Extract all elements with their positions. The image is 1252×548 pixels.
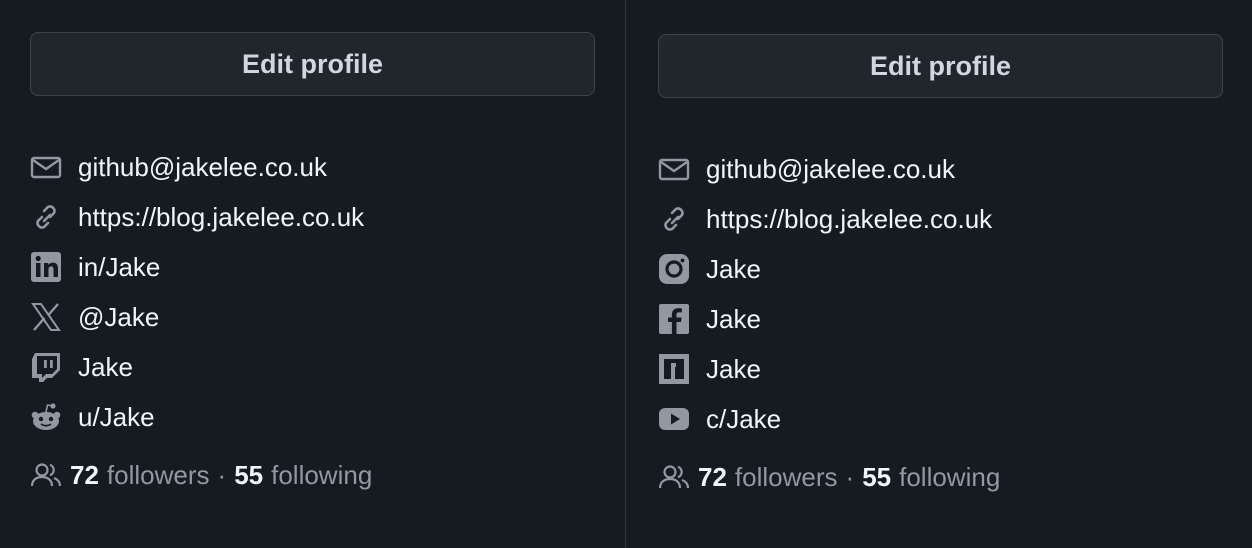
profile-panel-left: Edit profile github@jakelee.co.uk https:… <box>30 32 596 500</box>
following-count[interactable]: 55 <box>234 460 263 491</box>
followers-count[interactable]: 72 <box>70 460 99 491</box>
linkedin-icon <box>30 251 62 283</box>
link-youtube[interactable]: c/Jake <box>658 394 1224 444</box>
link-text: Jake <box>706 303 761 334</box>
link-icon <box>30 201 62 233</box>
link-text: github@jakelee.co.uk <box>78 151 327 182</box>
link-website[interactable]: https://blog.jakelee.co.uk <box>658 194 1224 244</box>
following-label[interactable]: following <box>271 460 372 491</box>
people-icon <box>30 459 62 491</box>
follow-stats: 72 followers · 55 following <box>658 452 1224 502</box>
link-text: https://blog.jakelee.co.uk <box>78 201 365 232</box>
separator: · <box>217 459 227 490</box>
link-icon <box>658 203 690 235</box>
link-email[interactable]: github@jakelee.co.uk <box>30 142 596 192</box>
twitch-icon <box>30 351 62 383</box>
link-text: c/Jake <box>706 403 782 434</box>
link-text: u/Jake <box>78 401 155 432</box>
link-text: @Jake <box>78 301 160 332</box>
facebook-icon <box>658 303 690 335</box>
link-instagram[interactable]: Jake <box>658 244 1224 294</box>
link-twitch[interactable]: Jake <box>30 342 596 392</box>
followers-label[interactable]: followers <box>107 460 210 491</box>
mail-icon <box>30 151 62 183</box>
followers-count[interactable]: 72 <box>698 462 727 493</box>
instagram-icon <box>658 253 690 285</box>
edit-profile-button[interactable]: Edit profile <box>30 32 595 96</box>
social-links: github@jakelee.co.uk https://blog.jakele… <box>30 142 596 442</box>
followers-label[interactable]: followers <box>735 462 838 493</box>
link-text: github@jakelee.co.uk <box>706 153 955 184</box>
npm-icon <box>658 353 690 385</box>
people-icon <box>658 461 690 493</box>
mail-icon <box>658 153 690 185</box>
following-label[interactable]: following <box>899 462 1000 493</box>
link-text: https://blog.jakelee.co.uk <box>706 203 993 234</box>
link-website[interactable]: https://blog.jakelee.co.uk <box>30 192 596 242</box>
following-count[interactable]: 55 <box>862 462 891 493</box>
link-npm[interactable]: Jake <box>658 344 1224 394</box>
link-reddit[interactable]: u/Jake <box>30 392 596 442</box>
link-linkedin[interactable]: in/Jake <box>30 242 596 292</box>
youtube-icon <box>658 403 690 435</box>
edit-profile-button[interactable]: Edit profile <box>658 34 1223 98</box>
follow-stats: 72 followers · 55 following <box>30 450 596 500</box>
reddit-icon <box>30 401 62 433</box>
link-text: Jake <box>706 353 761 384</box>
link-facebook[interactable]: Jake <box>658 294 1224 344</box>
social-links: github@jakelee.co.uk https://blog.jakele… <box>658 144 1224 444</box>
link-email[interactable]: github@jakelee.co.uk <box>658 144 1224 194</box>
link-text: in/Jake <box>78 251 161 282</box>
link-text: Jake <box>78 351 133 382</box>
profile-comparison: Edit profile github@jakelee.co.uk https:… <box>0 0 1252 548</box>
divider <box>625 0 626 548</box>
profile-panel-right: Edit profile github@jakelee.co.uk https:… <box>658 34 1224 502</box>
link-x[interactable]: @Jake <box>30 292 596 342</box>
x-icon <box>30 301 62 333</box>
link-text: Jake <box>706 253 761 284</box>
separator: · <box>845 461 855 492</box>
